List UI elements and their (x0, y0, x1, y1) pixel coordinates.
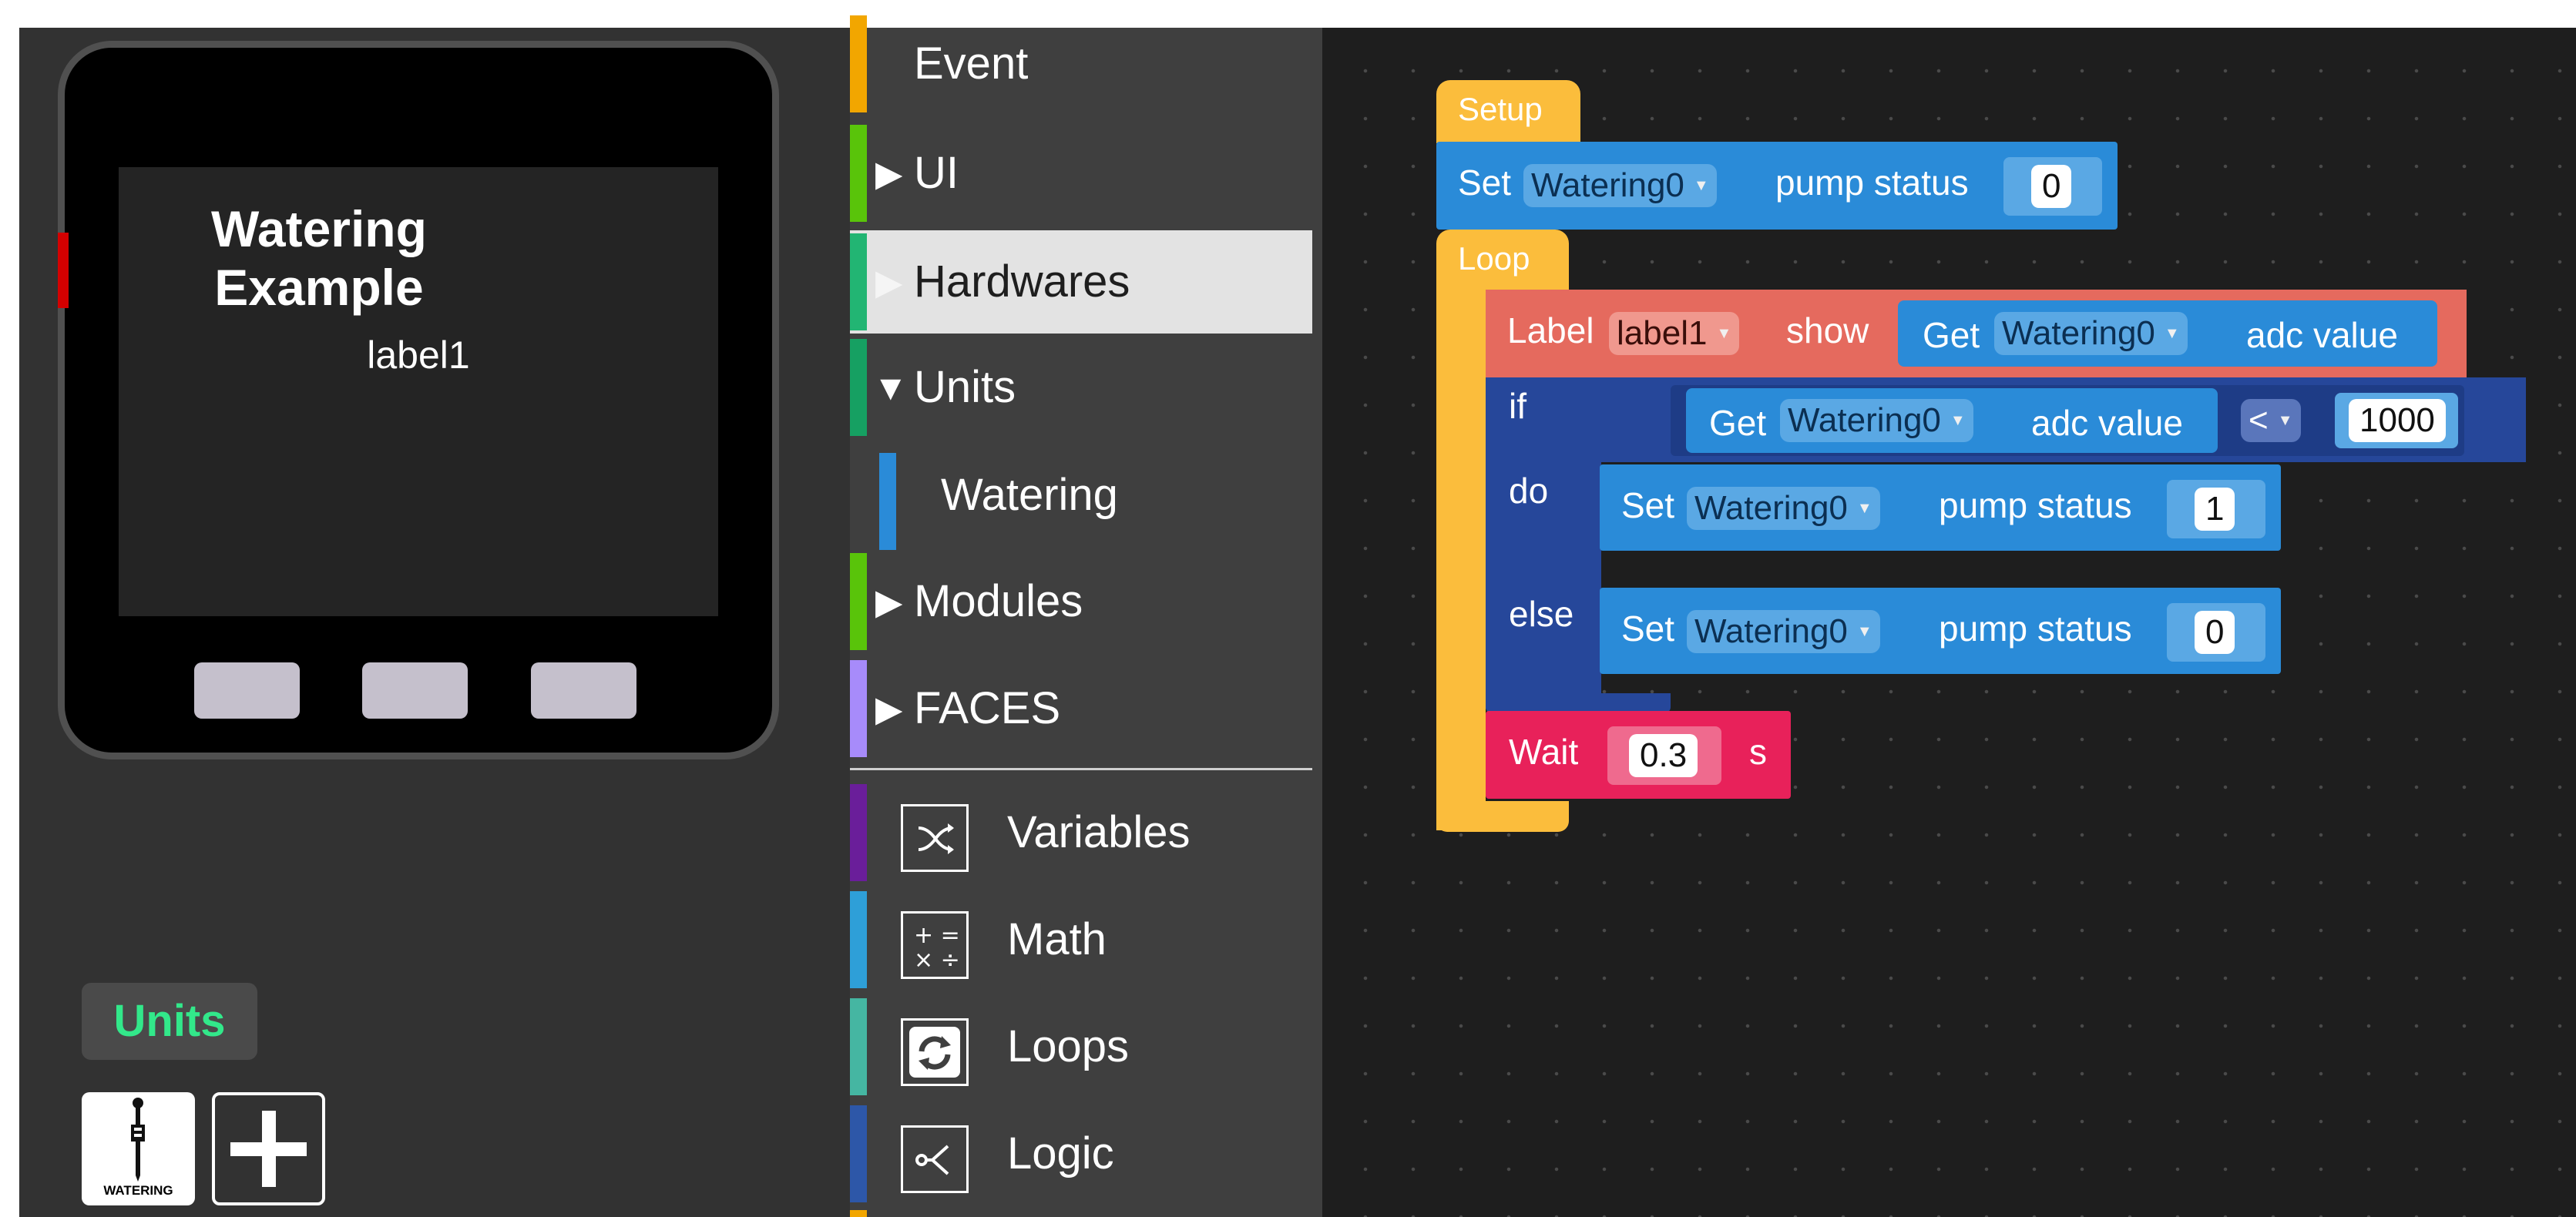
wait-seconds-field[interactable]: 0.3 (1629, 734, 1698, 777)
if-else-block[interactable]: if Get Watering0 ▼ adc value < ▼ 1000 (1486, 377, 2526, 462)
collapse-arrow-icon: ▼ (873, 367, 908, 407)
add-unit-button[interactable] (212, 1092, 325, 1205)
category-label: Math (1007, 914, 1107, 964)
dropdown-arrow-icon: ▼ (1950, 412, 1966, 429)
math-icon: + = × ÷ (901, 911, 969, 979)
category-hardwares[interactable]: ▶ Hardwares (850, 230, 1312, 334)
device-button-c[interactable] (531, 662, 636, 719)
value-field[interactable]: 0 (2195, 611, 2235, 654)
loop-footer (1436, 801, 1569, 832)
set-keyword: Set (1458, 163, 1512, 203)
wait-keyword: Wait (1509, 732, 1579, 772)
dropdown-arrow-icon: ▼ (2277, 412, 2293, 429)
device-button-b[interactable] (362, 662, 468, 719)
loop-label: Loop (1458, 240, 1530, 277)
seconds-unit-label: s (1749, 732, 1767, 772)
category-label: Watering (941, 470, 1118, 520)
device-dropdown[interactable]: Watering0 ▼ (1994, 312, 2188, 355)
show-keyword: show (1786, 310, 1869, 350)
category-units[interactable]: ▼ Units (850, 336, 1312, 439)
set-pump-status-block-else[interactable]: Set Watering0 ▼ pump status 0 (1600, 588, 2281, 674)
else-keyword: else (1509, 594, 1574, 634)
do-keyword: do (1509, 471, 1549, 511)
device-button-a[interactable] (194, 662, 300, 719)
category-ui[interactable]: ▶ UI (850, 122, 1312, 225)
property-label: pump status (1775, 163, 1969, 203)
if-keyword: if (1509, 386, 1526, 426)
category-label: FACES (914, 683, 1061, 733)
category-variables[interactable]: Variables (850, 781, 1312, 884)
device-dropdown[interactable]: Watering0 ▼ (1523, 164, 1717, 207)
category-label: Modules (914, 576, 1083, 626)
category-math[interactable]: + = × ÷ Math (850, 888, 1312, 991)
device-dropdown[interactable]: Watering0 ▼ (1687, 487, 1880, 530)
block-category-toolbox: Event ▶ UI ▶ Hardwares ▼ Units Watering … (850, 15, 1322, 1217)
dropdown-arrow-icon: ▼ (1856, 623, 1872, 640)
screen-title-label[interactable]: Watering Example (119, 199, 519, 317)
svg-text:+ =: + = (914, 922, 960, 949)
property-label: adc value (2246, 315, 2398, 355)
setup-hat-block[interactable]: Setup (1436, 80, 1580, 143)
compare-block[interactable]: Get Watering0 ▼ adc value < ▼ 1000 (1671, 385, 2464, 456)
toolbox-divider (850, 768, 1312, 770)
variables-icon (901, 804, 969, 872)
get-keyword: Get (1923, 315, 1980, 355)
device-screen[interactable]: Watering Example label1 (119, 167, 718, 616)
expand-arrow-icon: ▶ (875, 153, 903, 193)
category-watering[interactable]: Watering (850, 444, 1312, 550)
device-dropdown[interactable]: Watering0 ▼ (1780, 399, 1973, 442)
get-keyword: Get (1709, 403, 1767, 443)
set-pump-status-block-setup[interactable]: Set Watering0 ▼ pump status 0 (1436, 142, 2118, 230)
label-dropdown[interactable]: label1 ▼ (1609, 312, 1740, 355)
screen-label1[interactable]: label1 (119, 333, 718, 377)
threshold-value-field[interactable]: 1000 (2349, 399, 2446, 442)
watering-unit-tile[interactable]: WATERING (82, 1092, 195, 1205)
operator-dropdown[interactable]: < ▼ (2241, 399, 2301, 442)
category-label: Variables (1007, 807, 1191, 857)
get-adc-value-block[interactable]: Get Watering0 ▼ adc value (1686, 388, 2218, 453)
loop-body-rail (1436, 291, 1486, 830)
label-keyword: Label (1507, 310, 1594, 350)
category-label: Loops (1007, 1021, 1130, 1071)
category-label: Event (914, 39, 1029, 89)
category-label: Logic (1007, 1128, 1114, 1178)
property-label: pump status (1939, 485, 2132, 525)
watering-tile-caption: WATERING (103, 1183, 173, 1198)
category-label: Units (914, 362, 1016, 412)
value-field[interactable]: 1 (2195, 488, 2235, 531)
logic-icon (901, 1125, 969, 1193)
expand-arrow-icon: ▶ (875, 689, 903, 729)
set-pump-status-block-do[interactable]: Set Watering0 ▼ pump status 1 (1600, 464, 2281, 551)
expand-arrow-icon: ▶ (875, 262, 903, 302)
dropdown-arrow-icon: ▼ (1716, 325, 1732, 342)
category-event[interactable]: Event (850, 12, 1312, 116)
dropdown-arrow-icon: ▼ (2164, 325, 2180, 342)
expand-arrow-icon: ▶ (875, 582, 903, 622)
category-loops[interactable]: Loops (850, 995, 1312, 1098)
loops-icon (901, 1018, 969, 1086)
value-field[interactable]: 0 (2031, 165, 2072, 208)
device-side-button (58, 233, 69, 308)
set-keyword: Set (1621, 608, 1675, 649)
category-label: Hardwares (914, 256, 1130, 307)
get-adc-value-block[interactable]: Get Watering0 ▼ adc value (1898, 300, 2437, 367)
category-faces[interactable]: ▶ FACES (850, 657, 1312, 760)
category-modules[interactable]: ▶ Modules (850, 550, 1312, 653)
wait-block[interactable]: Wait 0.3 s (1486, 711, 1791, 799)
category-logic[interactable]: Logic (850, 1102, 1312, 1205)
if-else-rail: do else (1486, 462, 1601, 709)
dropdown-arrow-icon: ▼ (1856, 500, 1872, 517)
set-keyword: Set (1621, 485, 1675, 525)
dropdown-arrow-icon: ▼ (1693, 177, 1709, 194)
device-dropdown[interactable]: Watering0 ▼ (1687, 610, 1880, 653)
setup-label: Setup (1458, 91, 1543, 127)
units-badge: Units (82, 983, 257, 1060)
label-show-block[interactable]: Label label1 ▼ show Get Watering0 ▼ adc va… (1486, 290, 2467, 377)
loop-hat-block[interactable]: Loop (1436, 230, 1569, 294)
svg-text:× ÷: × ÷ (914, 947, 960, 974)
property-label: pump status (1939, 608, 2132, 649)
category-label: UI (914, 148, 959, 198)
property-label: adc value (2031, 403, 2183, 443)
